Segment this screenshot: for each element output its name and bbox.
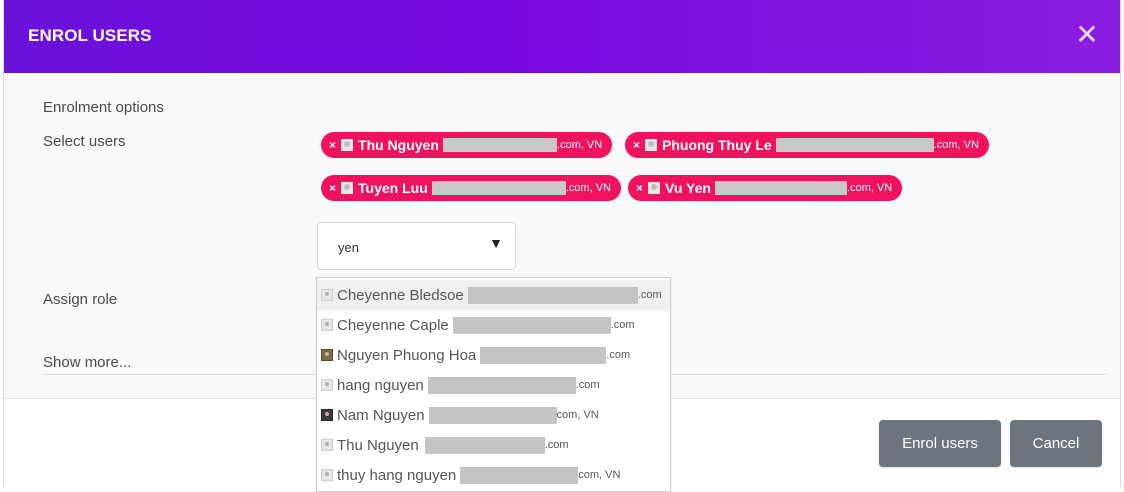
redacted-email <box>775 138 934 152</box>
suggestion-suffix: com, VN <box>578 469 621 481</box>
redacted-email <box>452 316 611 334</box>
chip-user-name: Phuong Thuy Le <box>662 137 772 153</box>
redacted-email <box>460 466 579 484</box>
user-avatar-icon <box>321 349 333 361</box>
show-more-link[interactable]: Show more... <box>43 354 131 371</box>
suggestion-name: Nam Nguyen <box>337 406 425 424</box>
chip-user-suffix: .com, VN <box>846 182 893 194</box>
user-avatar-icon <box>321 439 333 451</box>
user-suggestions-list: Cheyenne Bledsoe .com Cheyenne Caple .co… <box>316 277 671 492</box>
suggestion-name: thuy hang nguyen <box>337 466 457 484</box>
suggestion-suffix: .com <box>610 319 635 331</box>
redacted-email <box>428 406 557 424</box>
close-icon[interactable]: ✕ <box>1074 21 1100 49</box>
redacted-email <box>467 286 638 304</box>
chip-user-suffix: .com, VN <box>933 139 979 151</box>
remove-icon[interactable]: × <box>329 181 336 195</box>
selected-user-chip[interactable]: × Vu Yen .com, VN <box>628 175 903 201</box>
user-avatar-icon <box>321 469 333 481</box>
user-avatar-icon <box>321 379 333 391</box>
dialog-header: ENROL USERS ✕ <box>4 0 1120 73</box>
redacted-email <box>442 138 557 152</box>
dialog-title: ENROL USERS <box>28 26 152 45</box>
chip-user-name: Vu Yen <box>665 180 711 196</box>
redacted-email <box>431 181 566 195</box>
user-avatar-icon <box>321 319 333 331</box>
redacted-email <box>714 181 847 195</box>
suggestion-item[interactable]: Cheyenne Caple .com <box>317 310 670 340</box>
selected-user-chip[interactable]: × Phuong Thuy Le .com, VN <box>625 132 989 158</box>
chip-user-name: Thu Nguyen <box>358 137 439 153</box>
suggestion-name: Nguyen Phuong Hoa <box>337 346 477 364</box>
suggestion-name: Cheyenne Caple <box>337 316 449 334</box>
suggestion-item[interactable]: hang nguyen .com <box>317 370 670 400</box>
suggestion-item[interactable]: thuy hang nguyen com, VN <box>317 460 670 490</box>
suggestion-name: Cheyenne Bledsoe <box>337 286 464 304</box>
chip-user-suffix: .com, VN <box>556 139 603 151</box>
remove-icon[interactable]: × <box>633 138 640 152</box>
redacted-email <box>424 436 545 454</box>
dropdown-arrow-icon[interactable]: ▼ <box>489 235 503 251</box>
user-avatar-icon <box>321 409 333 421</box>
suggestion-suffix: .com <box>637 289 662 301</box>
user-avatar-icon <box>648 182 661 194</box>
enrolment-options-label: Enrolment options <box>43 99 164 116</box>
suggestion-suffix: .com <box>544 439 569 451</box>
suggestion-item[interactable]: Nam Nguyen com, VN <box>317 400 670 430</box>
user-search-input[interactable]: yen ▼ <box>317 222 516 270</box>
suggestion-suffix: .com <box>606 349 631 361</box>
selected-user-chip[interactable]: × Tuyen Luu .com, VN <box>321 175 621 201</box>
suggestion-item[interactable]: Thu Nguyen .com <box>317 430 670 460</box>
chip-user-suffix: .com, VN <box>565 182 611 194</box>
chip-user-name: Tuyen Luu <box>358 180 428 196</box>
search-input-value: yen <box>338 240 359 255</box>
select-users-label: Select users <box>43 133 126 150</box>
redacted-email <box>480 346 607 364</box>
cancel-button[interactable]: Cancel <box>1010 420 1102 467</box>
user-avatar-icon <box>341 182 354 194</box>
suggestion-item[interactable]: Cheyenne Bledsoe .com <box>317 280 670 310</box>
user-avatar-icon <box>321 289 333 301</box>
redacted-email <box>427 376 576 394</box>
remove-icon[interactable]: × <box>636 181 643 195</box>
suggestion-name: Thu Nguyen <box>337 436 419 454</box>
remove-icon[interactable]: × <box>329 138 336 152</box>
user-avatar-icon <box>645 139 658 151</box>
suggestion-suffix: com, VN <box>556 409 599 421</box>
assign-role-label: Assign role <box>43 291 118 308</box>
suggestion-suffix: .com <box>575 379 600 391</box>
enrol-users-button[interactable]: Enrol users <box>879 420 1001 467</box>
suggestion-name: hang nguyen <box>337 376 424 394</box>
selected-user-chip[interactable]: × Thu Nguyen .com, VN <box>321 132 613 158</box>
user-avatar-icon <box>341 139 354 151</box>
suggestion-item[interactable]: Nguyen Phuong Hoa .com <box>317 340 670 370</box>
